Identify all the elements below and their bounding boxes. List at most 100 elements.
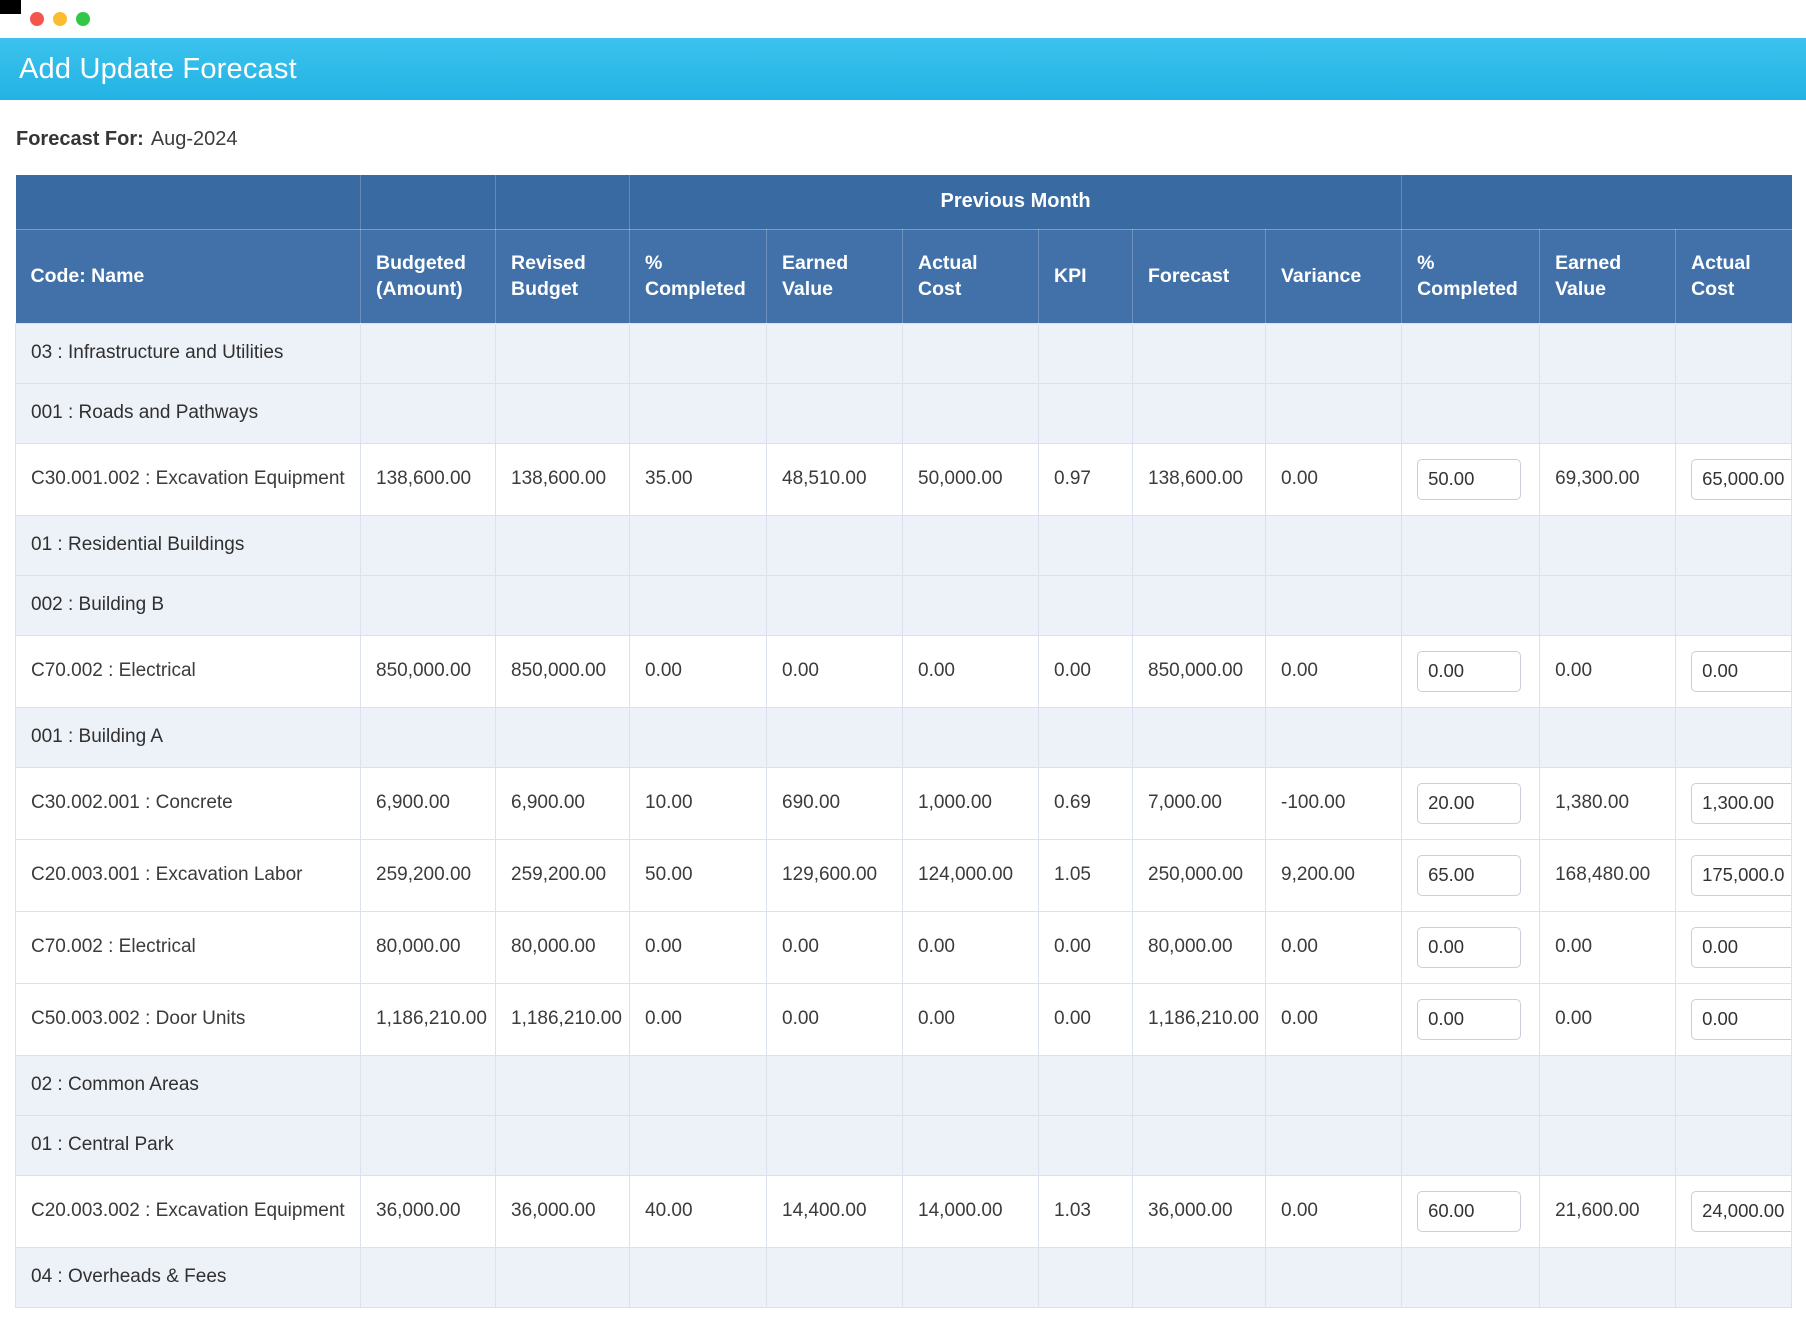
current-actual-cost-cell bbox=[1676, 443, 1792, 515]
actual-cost-input[interactable] bbox=[1691, 459, 1792, 500]
col-header-prev-actual-cost: Actual Cost bbox=[903, 229, 1039, 323]
forecast-cell: 850,000.00 bbox=[1133, 635, 1266, 707]
zoom-button[interactable] bbox=[76, 12, 90, 26]
pct-completed-input[interactable] bbox=[1417, 783, 1521, 824]
data-row: C70.002 : Electrical80,000.0080,000.000.… bbox=[16, 911, 1792, 983]
revised-budget-cell: 138,600.00 bbox=[496, 443, 630, 515]
current-earned-value-cell: 1,380.00 bbox=[1540, 767, 1676, 839]
data-row: C30.002.001 : Concrete6,900.006,900.0010… bbox=[16, 767, 1792, 839]
group-label-cell: 03 : Infrastructure and Utilities bbox=[16, 323, 361, 383]
group-row: 01 : Central Park bbox=[16, 1115, 1792, 1175]
prev-actual-cost-cell: 50,000.00 bbox=[903, 443, 1039, 515]
empty-cell bbox=[1039, 707, 1133, 767]
empty-cell bbox=[1039, 323, 1133, 383]
empty-cell bbox=[1540, 1247, 1676, 1307]
empty-cell bbox=[903, 383, 1039, 443]
empty-cell bbox=[496, 1055, 630, 1115]
prev-earned-value-cell: 48,510.00 bbox=[767, 443, 903, 515]
current-pct-completed-cell bbox=[1402, 635, 1540, 707]
current-pct-completed-cell bbox=[1402, 443, 1540, 515]
forecast-for-label: Forecast For: bbox=[16, 128, 144, 150]
data-row: C20.003.001 : Excavation Labor259,200.00… bbox=[16, 839, 1792, 911]
empty-cell bbox=[1133, 1115, 1266, 1175]
data-row: C20.003.002 : Excavation Equipment36,000… bbox=[16, 1175, 1792, 1247]
empty-header-cell bbox=[1402, 175, 1792, 229]
group-label-cell: 02 : Common Areas bbox=[16, 1055, 361, 1115]
current-actual-cost-cell bbox=[1676, 635, 1792, 707]
group-label-cell: 001 : Building A bbox=[16, 707, 361, 767]
empty-cell bbox=[361, 575, 496, 635]
current-actual-cost-cell bbox=[1676, 1175, 1792, 1247]
pct-completed-input[interactable] bbox=[1417, 927, 1521, 968]
prev-pct-completed-cell: 0.00 bbox=[630, 911, 767, 983]
group-row: 04 : Overheads & Fees bbox=[16, 1247, 1792, 1307]
col-header-cur-pct-completed: % Completed bbox=[1402, 229, 1540, 323]
empty-cell bbox=[1039, 515, 1133, 575]
pct-completed-input[interactable] bbox=[1417, 651, 1521, 692]
forecast-table-container: Previous Month Code: Name Budgeted (Amou… bbox=[15, 175, 1791, 1308]
empty-cell bbox=[496, 575, 630, 635]
pct-completed-input[interactable] bbox=[1417, 459, 1521, 500]
budgeted-amount-cell: 80,000.00 bbox=[361, 911, 496, 983]
empty-cell bbox=[1266, 515, 1402, 575]
actual-cost-input[interactable] bbox=[1691, 999, 1792, 1040]
revised-budget-cell: 6,900.00 bbox=[496, 767, 630, 839]
empty-cell bbox=[1133, 323, 1266, 383]
forecast-cell: 1,186,210.00 bbox=[1133, 983, 1266, 1055]
minimize-button[interactable] bbox=[53, 12, 67, 26]
empty-cell bbox=[361, 323, 496, 383]
empty-header-cell bbox=[16, 175, 361, 229]
prev-actual-cost-cell: 124,000.00 bbox=[903, 839, 1039, 911]
prev-pct-completed-cell: 0.00 bbox=[630, 983, 767, 1055]
close-button[interactable] bbox=[30, 12, 44, 26]
revised-budget-cell: 1,186,210.00 bbox=[496, 983, 630, 1055]
prev-pct-completed-cell: 35.00 bbox=[630, 443, 767, 515]
actual-cost-input[interactable] bbox=[1691, 1191, 1792, 1232]
prev-actual-cost-cell: 1,000.00 bbox=[903, 767, 1039, 839]
revised-budget-cell: 80,000.00 bbox=[496, 911, 630, 983]
actual-cost-input[interactable] bbox=[1691, 855, 1792, 896]
variance-cell: -100.00 bbox=[1266, 767, 1402, 839]
code-name-cell: C70.002 : Electrical bbox=[16, 911, 361, 983]
empty-cell bbox=[630, 1055, 767, 1115]
app-window: Add Update Forecast Forecast For:Aug-202… bbox=[0, 0, 1806, 1322]
pct-completed-input[interactable] bbox=[1417, 855, 1521, 896]
table-group-header-row: Previous Month bbox=[16, 175, 1792, 229]
empty-cell bbox=[1402, 575, 1540, 635]
kpi-cell: 1.03 bbox=[1039, 1175, 1133, 1247]
empty-cell bbox=[1266, 1247, 1402, 1307]
group-row: 02 : Common Areas bbox=[16, 1055, 1792, 1115]
group-row: 001 : Roads and Pathways bbox=[16, 383, 1792, 443]
forecast-cell: 7,000.00 bbox=[1133, 767, 1266, 839]
code-name-cell: C30.002.001 : Concrete bbox=[16, 767, 361, 839]
empty-cell bbox=[1540, 575, 1676, 635]
col-header-cur-actual-cost: Actual Cost bbox=[1676, 229, 1792, 323]
prev-earned-value-cell: 0.00 bbox=[767, 983, 903, 1055]
col-header-prev-earned-value: Earned Value bbox=[767, 229, 903, 323]
empty-cell bbox=[1133, 707, 1266, 767]
actual-cost-input[interactable] bbox=[1691, 651, 1792, 692]
kpi-cell: 1.05 bbox=[1039, 839, 1133, 911]
pct-completed-input[interactable] bbox=[1417, 999, 1521, 1040]
data-row: C50.003.002 : Door Units1,186,210.001,18… bbox=[16, 983, 1792, 1055]
empty-cell bbox=[630, 707, 767, 767]
actual-cost-input[interactable] bbox=[1691, 927, 1792, 968]
empty-cell bbox=[1039, 383, 1133, 443]
pct-completed-input[interactable] bbox=[1417, 1191, 1521, 1232]
prev-pct-completed-cell: 40.00 bbox=[630, 1175, 767, 1247]
group-row: 002 : Building B bbox=[16, 575, 1792, 635]
screen-corner bbox=[0, 0, 21, 14]
empty-cell bbox=[767, 383, 903, 443]
variance-cell: 0.00 bbox=[1266, 911, 1402, 983]
actual-cost-input[interactable] bbox=[1691, 783, 1792, 824]
dialog-title: Add Update Forecast bbox=[19, 53, 297, 86]
code-name-cell: C20.003.002 : Excavation Equipment bbox=[16, 1175, 361, 1247]
empty-cell bbox=[1540, 515, 1676, 575]
empty-cell bbox=[1676, 383, 1792, 443]
empty-cell bbox=[361, 515, 496, 575]
current-earned-value-cell: 0.00 bbox=[1540, 983, 1676, 1055]
current-actual-cost-cell bbox=[1676, 983, 1792, 1055]
empty-cell bbox=[361, 383, 496, 443]
prev-pct-completed-cell: 10.00 bbox=[630, 767, 767, 839]
prev-earned-value-cell: 690.00 bbox=[767, 767, 903, 839]
